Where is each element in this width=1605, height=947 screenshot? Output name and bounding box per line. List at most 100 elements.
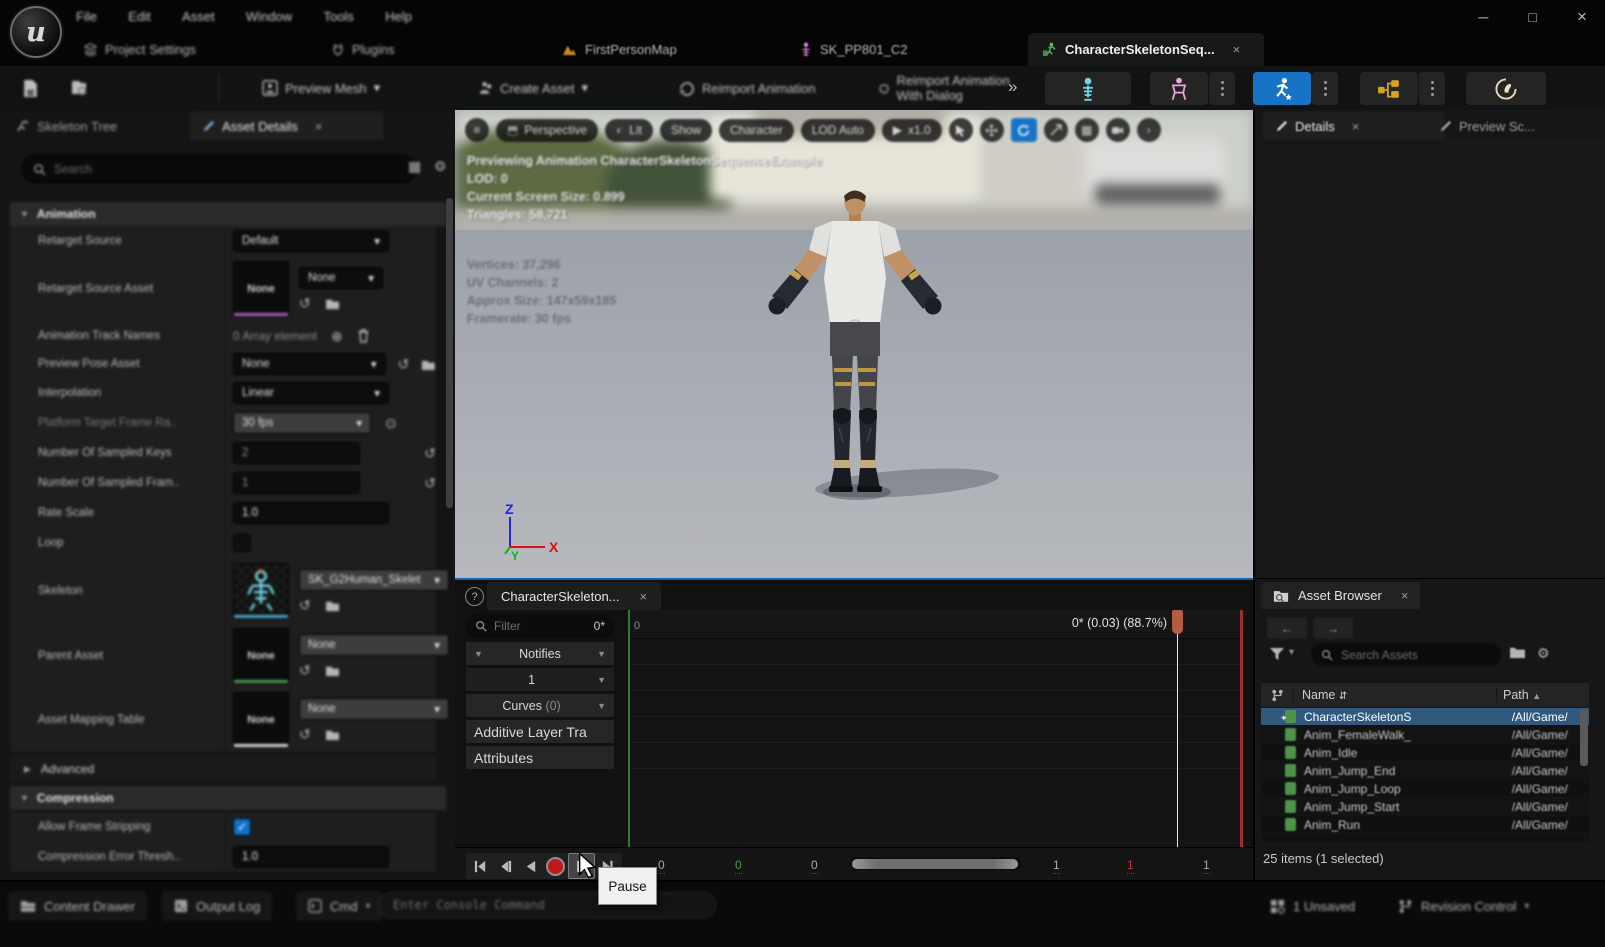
track-options-arrow-icon[interactable]: ▼ [597,701,606,711]
browse-to-asset-icon[interactable] [325,297,340,310]
tab-plugins[interactable]: Plugins [318,33,409,66]
tab-sk-pp801-c2[interactable]: SK_PP801_C2 [786,33,921,66]
asset-row-selected[interactable]: ✦ CharacterSkeletonS /All/Game/ [1261,708,1589,725]
tab-close-icon[interactable]: × [1401,588,1409,603]
track-attributes[interactable]: Attributes [466,746,614,769]
help-icon[interactable]: ? [465,587,484,606]
current-frame-field[interactable]: 0 [811,858,818,874]
section-compression[interactable]: ▼ Compression [10,786,446,810]
sampled-frames-input[interactable]: 1 [233,472,360,494]
menu-window[interactable]: Window [232,0,306,33]
use-selected-icon[interactable]: ↺ [299,662,311,679]
collapse-arrow-icon[interactable]: ▼ [474,649,483,659]
sampled-keys-input[interactable]: 2 [233,442,360,464]
character-dropdown[interactable]: Character [719,119,794,142]
filter-funnel-icon[interactable] [1269,647,1285,664]
tab-project-settings[interactable]: Project Settings [70,33,210,66]
range-end-bracket[interactable] [1240,610,1243,847]
toolbar-overflow-chevron[interactable]: » [1008,77,1017,97]
lit-dropdown[interactable]: ◐Lit [605,119,653,142]
asset-browser-tab[interactable]: Asset Browser × [1261,582,1420,609]
lod-dropdown[interactable]: LOD Auto [801,119,875,142]
preview-mesh-dropdown[interactable]: Preview Mesh▾ [252,66,390,110]
maximize-button[interactable]: □ [1510,2,1556,32]
search-assets-input[interactable]: Search Assets [1311,643,1501,666]
mesh-mode-button[interactable] [1150,72,1208,105]
tab-first-person-map[interactable]: FirstPersonMap [548,33,691,66]
blueprint-mode-button[interactable] [1360,72,1418,105]
playback-speed-button[interactable]: ▶x1.0 [882,119,942,142]
asset-row[interactable]: Anim_Idle/All/Game/ [1261,744,1589,761]
reimport-animation-dialog-button[interactable]: Reimport Animation With Dialog [868,66,1030,110]
rate-scale-input[interactable]: 1.0 [233,502,389,524]
use-selected-icon[interactable]: ↺ [299,726,311,743]
range-start-bracket[interactable] [628,610,630,847]
range-start-field[interactable]: 0 [658,858,665,874]
parent-asset-dropdown[interactable]: None▾ [299,634,449,656]
asset-row[interactable]: Anim_Jump_End/All/Game/ [1261,762,1589,779]
play-reverse-button[interactable] [518,854,543,878]
track-additive-layer[interactable]: Additive Layer Tra [466,720,614,743]
camera-speed-icon[interactable] [1106,118,1130,142]
asset-row[interactable]: Anim_Jump_Start/All/Game/ [1261,798,1589,815]
step-backward-button[interactable] [493,854,518,878]
rotate-tool-icon[interactable] [1011,118,1037,142]
preview-pose-dropdown[interactable]: None▾ [233,353,386,375]
tab-close-icon[interactable]: × [1233,42,1241,57]
compression-error-input[interactable]: 1.0 [233,846,389,868]
folders-icon[interactable] [1509,645,1526,662]
viewport-expand-chevron-icon[interactable]: › [1137,118,1161,142]
asset-settings-gear-icon[interactable]: ⚙ [1537,645,1550,662]
section-animation[interactable]: ▼ Animation [10,202,446,226]
create-asset-dropdown[interactable]: Create Asset▾ [468,66,598,110]
revision-control-button[interactable]: Revision Control ▾ [1386,891,1541,921]
view-end-field[interactable]: 1 [1053,858,1060,874]
asset-row[interactable]: Anim_Run/All/Game/ [1261,816,1589,833]
use-selected-icon[interactable]: ↺ [299,295,311,312]
browse-to-asset-icon[interactable] [421,358,436,371]
row-advanced[interactable]: ▶ Advanced [10,756,436,783]
timeline-scrollbar[interactable] [850,857,1022,870]
to-front-button[interactable] [468,854,493,878]
track-options-arrow-icon[interactable]: ▼ [597,649,606,659]
viewport-menu-icon[interactable]: ≡ [465,118,489,142]
console-command-input[interactable]: Enter Console Command [378,892,716,918]
minimize-button[interactable]: ─ [1460,2,1506,32]
browse-to-asset-icon[interactable] [325,728,340,741]
range-end-field[interactable]: 1 [1127,858,1134,874]
retarget-asset-thumbnail[interactable]: None [233,261,289,317]
browse-to-asset-icon[interactable] [325,599,340,612]
clear-array-trash-icon[interactable] [357,329,370,343]
track-notify-1[interactable]: 1 ▼ [466,668,614,691]
tab-close-icon[interactable]: × [315,119,323,134]
select-tool-icon[interactable] [949,118,973,142]
revision-column-icon[interactable] [1261,689,1294,702]
snap-grid-icon[interactable]: ▦ [1075,118,1099,142]
playhead-marker[interactable] [1172,610,1183,634]
property-matrix-icon[interactable]: ▦ [408,158,421,175]
tab-details[interactable]: Details × [1263,112,1445,140]
retarget-asset-dropdown[interactable]: None▾ [299,267,383,289]
preview-viewport[interactable]: ≡ ⬒Perspective ◐Lit Show Character LOD A… [455,110,1253,578]
track-curves[interactable]: Curves (0) ▼ [466,694,614,717]
blueprint-mode-options[interactable] [1419,72,1445,105]
unsaved-button[interactable]: 1 Unsaved [1258,891,1367,921]
browse-to-asset-icon[interactable] [325,664,340,677]
interpolation-dropdown[interactable]: Linear▾ [233,382,389,404]
skeleton-thumbnail[interactable] [233,563,289,619]
menu-tools[interactable]: Tools [310,0,368,33]
unreal-logo[interactable]: u [10,6,62,58]
column-name[interactable]: Name ⇵ [1294,688,1497,702]
animation-mode-options[interactable] [1312,72,1338,105]
parent-asset-thumbnail[interactable]: None [233,628,289,684]
frame-rate-dropdown[interactable]: 30 fps▾ [233,412,371,434]
total-frames-field[interactable]: 1 [1203,858,1210,874]
physics-mode-button[interactable] [1466,72,1546,105]
use-selected-icon[interactable]: ↺ [398,356,410,373]
asset-list-scrollbar[interactable] [1580,710,1588,766]
asset-row[interactable]: Anim_Jump_Loop/All/Game/ [1261,780,1589,797]
reset-to-default-icon[interactable]: ↺ [424,475,436,492]
content-drawer-button[interactable]: Content Drawer [8,891,147,921]
skeleton-mode-button[interactable] [1045,72,1131,105]
target-icon[interactable]: ⊙ [385,415,397,432]
